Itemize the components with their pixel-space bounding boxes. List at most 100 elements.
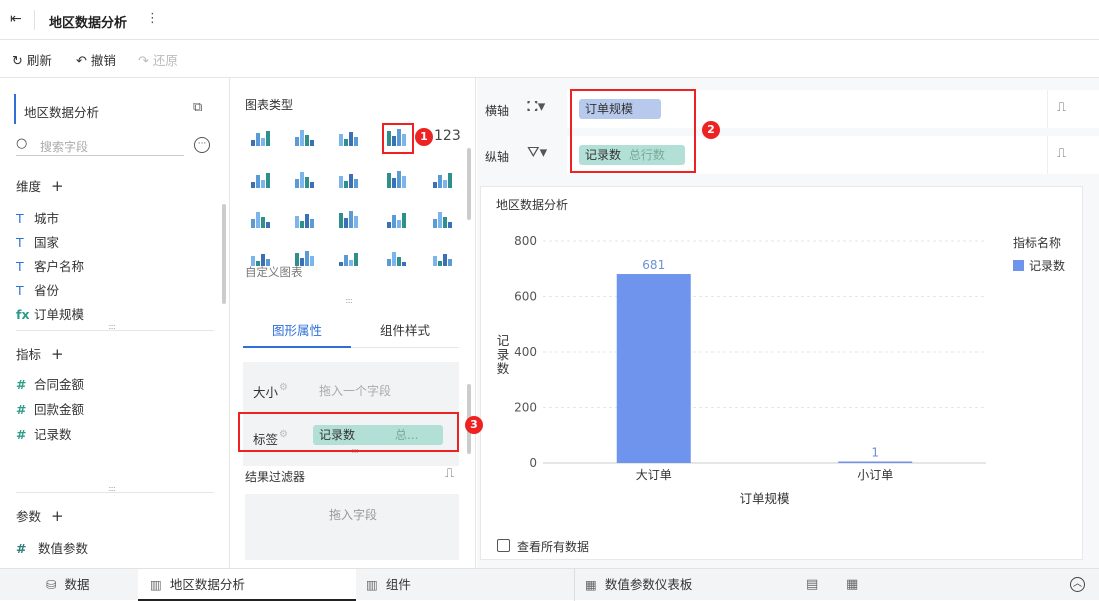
y-axis-title: 记 — [497, 333, 510, 348]
chart-type-option-icon[interactable] — [339, 211, 358, 228]
measure-section: 指标 + — [16, 345, 64, 363]
filter-icon[interactable]: ⎍ — [445, 466, 454, 481]
y-tick-label: 400 — [514, 345, 537, 359]
number-chart-type-icon[interactable]: 123 — [434, 128, 461, 144]
chart-type-option-icon[interactable] — [339, 174, 358, 188]
chart-type-option-icon[interactable] — [339, 132, 358, 146]
chart-type-option-icon[interactable] — [387, 252, 406, 266]
legend-swatch — [1013, 260, 1024, 271]
bar[interactable] — [838, 461, 913, 464]
text-type-icon: T — [16, 235, 24, 250]
x-axis-type-icon[interactable]: ⛚▾ — [527, 97, 545, 115]
chart-type-scrollbar[interactable] — [467, 148, 471, 220]
text-type-icon: T — [16, 259, 24, 274]
exit-icon[interactable]: ⇤ — [10, 11, 22, 27]
chart-type-option-icon[interactable] — [251, 173, 270, 188]
number-icon: # — [16, 402, 27, 417]
chart-type-option-icon[interactable] — [433, 254, 452, 266]
x-tick-label: 小订单 — [857, 468, 893, 482]
tab-component-style[interactable]: 组件样式 — [351, 320, 459, 339]
resize-handle[interactable]: :::: — [108, 322, 116, 331]
chart-type-option-icon[interactable] — [339, 253, 358, 266]
chart-type-option-icon[interactable] — [251, 131, 270, 146]
chart-title: 地区数据分析 — [496, 197, 568, 212]
data-label: 681 — [642, 258, 665, 272]
view-all-data-checkbox[interactable] — [497, 539, 510, 552]
settings-icon[interactable]: ⚙ — [279, 382, 288, 393]
measure-label: 记录数 — [34, 427, 72, 442]
y-tick-label: 200 — [514, 401, 537, 415]
more-options-icon[interactable]: ··· — [194, 137, 210, 153]
add-measure-icon[interactable]: + — [51, 345, 64, 363]
chart-type-option-icon[interactable] — [295, 130, 314, 146]
undo-button[interactable]: ↶ 撤销 — [76, 50, 116, 69]
chart-type-option-icon[interactable] — [251, 212, 270, 228]
collapse-up-icon[interactable]: ︿ — [1070, 577, 1085, 592]
tab-dashboard[interactable]: ▦ 数值参数仪表板 — [574, 569, 794, 601]
x-tick-label: 大订单 — [636, 468, 672, 482]
dimension-label: 国家 — [34, 235, 60, 250]
y-axis-filter-icon[interactable]: ⎍ — [1057, 146, 1066, 161]
chart-type-option-icon[interactable] — [295, 172, 314, 188]
dimension-item[interactable]: T 国家 — [16, 232, 59, 251]
measure-item[interactable]: # 记录数 — [16, 424, 72, 443]
page-title: 地区数据分析 — [49, 16, 128, 31]
tab-component[interactable]: ▥ 组件 — [356, 569, 574, 601]
add-component-icon[interactable]: ▤ — [806, 577, 818, 592]
tab-region-analysis[interactable]: ▥ 地区数据分析 — [138, 569, 356, 601]
toolbar: ↻ 刷新 ↶ 撤销 ↷ 还原 — [0, 40, 1099, 78]
view-all-data-label[interactable]: 查看所有数据 — [517, 538, 589, 555]
custom-chart-label[interactable]: 自定义图表 — [245, 264, 303, 280]
dimension-item[interactable]: T 客户名称 — [16, 256, 84, 275]
measure-item[interactable]: # 回款金额 — [16, 399, 84, 418]
chart-type-option-icon[interactable] — [433, 173, 452, 188]
undo-icon: ↶ — [76, 54, 87, 69]
resize-handle[interactable]: :::: — [345, 296, 353, 305]
tab-data[interactable]: ⛁ 数据 — [0, 569, 138, 601]
dimension-label: 订单规模 — [34, 307, 85, 322]
formula-icon: fx — [16, 307, 30, 322]
more-vertical-icon[interactable]: ⋮ — [146, 11, 159, 26]
x-axis-filter-icon[interactable]: ⎍ — [1057, 100, 1066, 115]
database-icon: ⛁ — [46, 577, 57, 592]
param-item[interactable]: # 数值参数 — [16, 538, 88, 557]
tab-graphic-props[interactable]: 图形属性 — [243, 320, 351, 339]
dimension-item[interactable]: T 省份 — [16, 280, 59, 299]
switch-dataset-icon[interactable]: ⧉ — [193, 100, 202, 115]
search-field[interactable]: ○ 搜索字段 — [16, 136, 184, 156]
redo-button[interactable]: ↷ 还原 — [138, 50, 178, 69]
chart-type-option-icon[interactable] — [433, 212, 452, 228]
measure-item[interactable]: # 合同金额 — [16, 374, 84, 393]
filter-drop-zone[interactable]: 拖入字段 — [245, 494, 459, 560]
measure-label: 回款金额 — [34, 402, 85, 417]
add-param-icon[interactable]: + — [51, 507, 64, 525]
dimension-item[interactable]: T 城市 — [16, 208, 59, 227]
step-badge-3: 3 — [465, 416, 483, 434]
bottom-tab-bar: ⛁ 数据 ▥ 地区数据分析 ▥ 组件 ▦ 数值参数仪表板 ▤ ▦ ︿ — [0, 568, 1099, 601]
number-icon: # — [16, 541, 27, 556]
chart-card: 地区数据分析 0 200 400 600 800 681 大订单 1 小订单 订单规模 记录数 指标名称… — [480, 186, 1083, 560]
size-slot[interactable]: 大小 ⚙ 拖入一个字段 — [243, 370, 459, 406]
dimension-label: 省份 — [34, 283, 60, 298]
dataset-name[interactable]: 地区数据分析 — [24, 102, 99, 121]
add-dimension-icon[interactable]: + — [51, 177, 64, 195]
chart-type-option-icon[interactable] — [295, 214, 314, 228]
measure-label: 合同金额 — [34, 377, 85, 392]
refresh-icon: ↻ — [12, 54, 23, 69]
refresh-button[interactable]: ↻ 刷新 — [12, 50, 52, 69]
field-panel: 地区数据分析 ⧉ ○ 搜索字段 ··· 维度 + T 城市 T 国家 T 客户名称 T 省份 f… — [0, 78, 230, 568]
bar-chart: 地区数据分析 0 200 400 600 800 681 大订单 1 小订单订单规模 记录数 指标名称… — [496, 197, 1065, 506]
legend-label[interactable]: 记录数 — [1029, 258, 1065, 273]
y-tick-label: 800 — [514, 234, 537, 248]
text-type-icon: T — [16, 211, 24, 226]
dimension-scrollbar[interactable] — [222, 204, 226, 304]
add-dashboard-icon[interactable]: ▦ — [846, 577, 858, 592]
y-axis-type-icon[interactable]: ⛛▾ — [527, 143, 547, 161]
number-icon: # — [16, 427, 27, 442]
text-type-icon: T — [16, 283, 24, 298]
chart-type-option-icon[interactable] — [387, 213, 406, 228]
bar[interactable] — [616, 274, 691, 463]
chart-type-option-icon[interactable] — [387, 171, 406, 188]
dimension-item[interactable]: fx 订单规模 — [16, 304, 84, 323]
y-tick-label: 600 — [514, 290, 537, 304]
